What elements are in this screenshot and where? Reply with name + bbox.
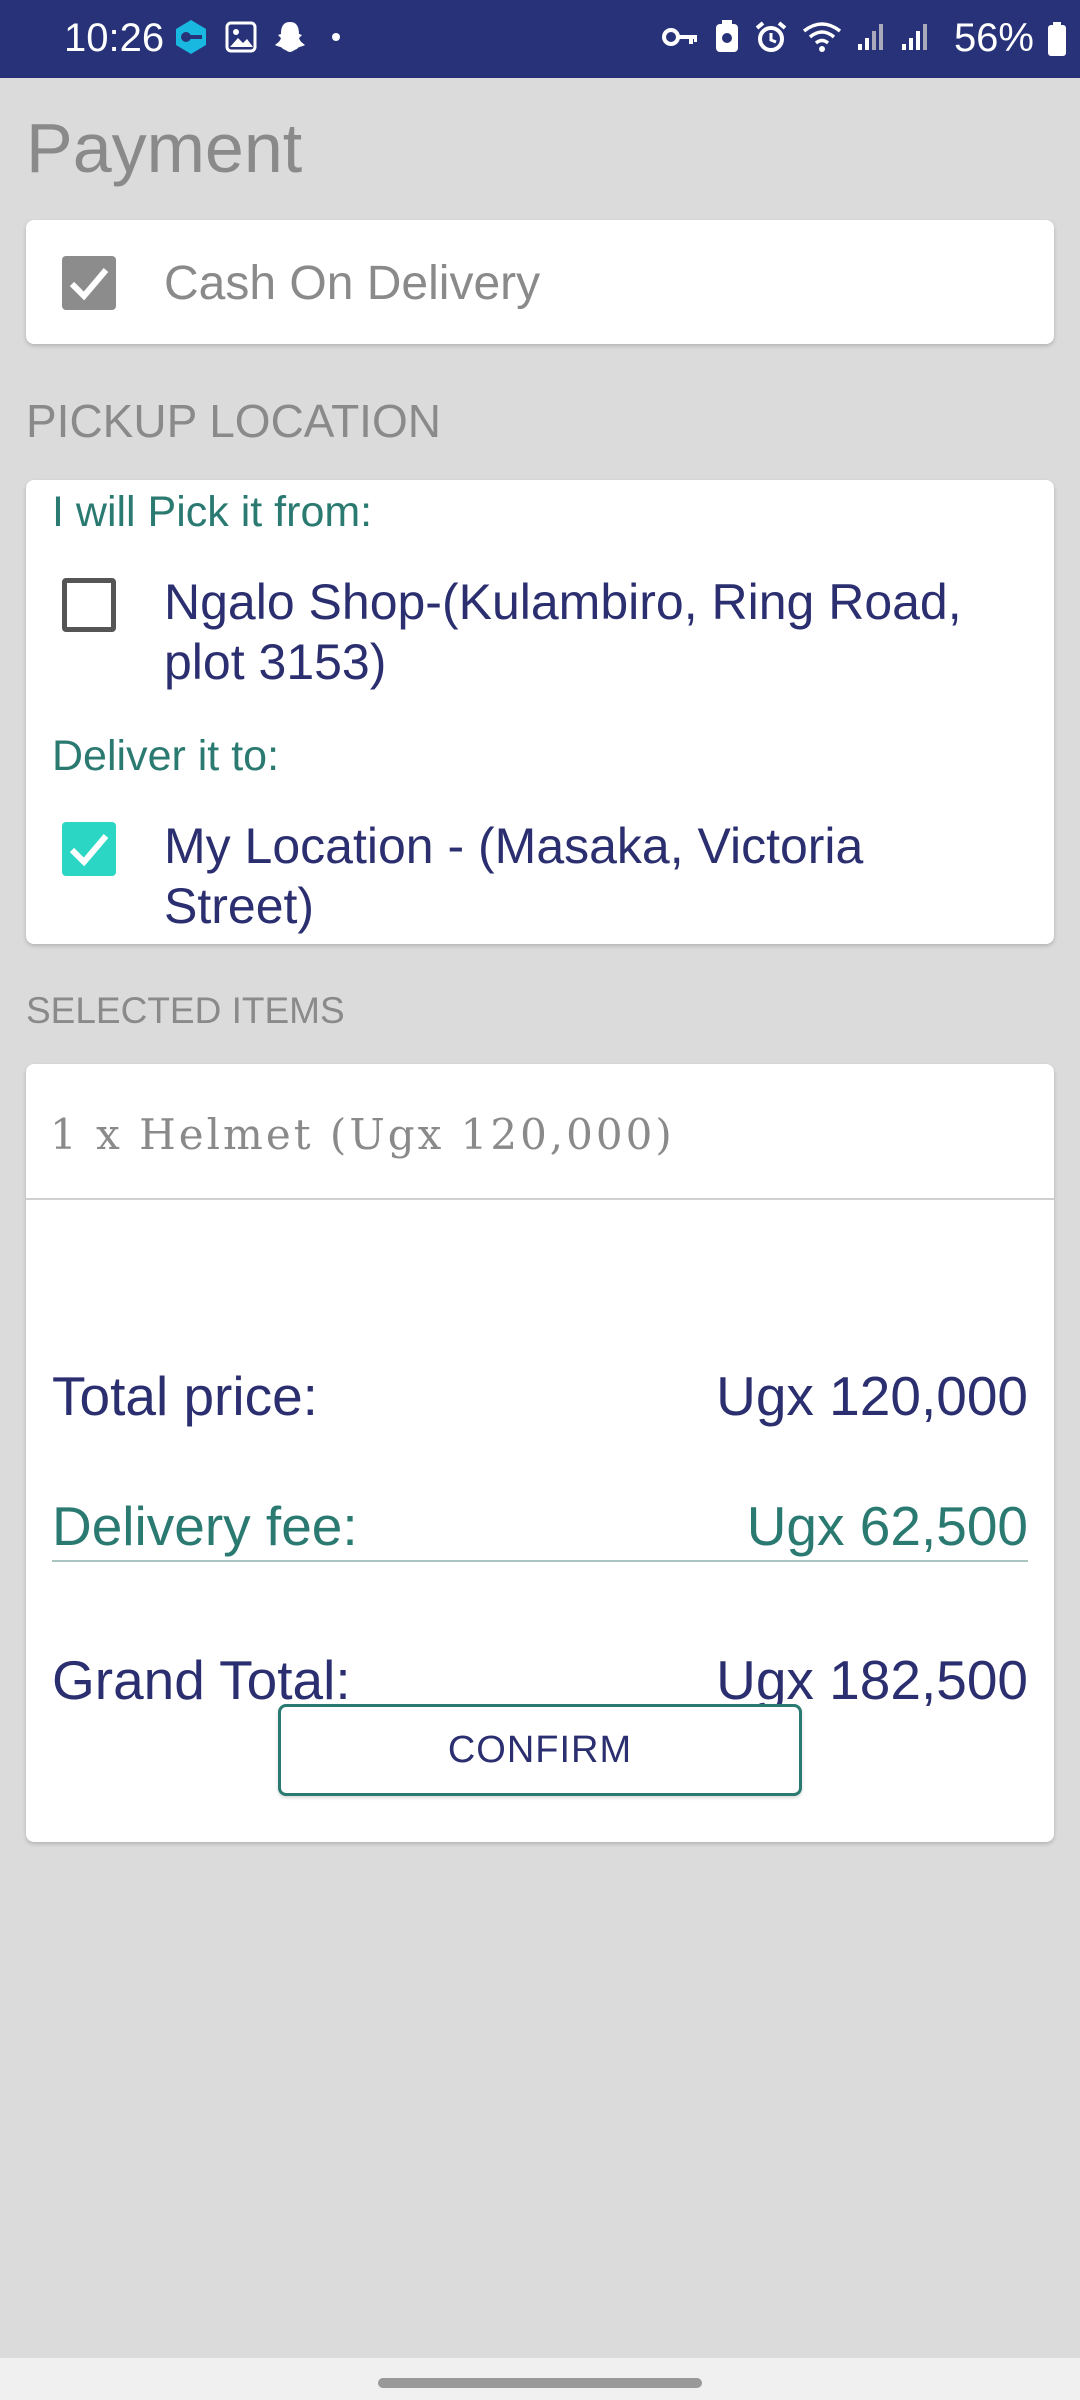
selected-item: 1 x Helmet (Ugx 120,000) — [50, 1110, 675, 1159]
total-price-value: Ugx 120,000 — [716, 1365, 1028, 1427]
status-time: 10:26 — [64, 16, 165, 60]
delivery-fee-label: Delivery fee: — [52, 1495, 358, 1557]
gallery-icon — [225, 21, 257, 53]
fee-underline — [52, 1560, 1028, 1562]
total-price-label: Total price: — [52, 1365, 318, 1427]
key-icon — [662, 28, 697, 46]
snapchat-icon — [275, 22, 305, 52]
selected-items-header: SELECTED ITEMS — [26, 990, 345, 1031]
data-saver-icon — [716, 20, 738, 52]
pickup-location-header: PICKUP LOCATION — [26, 395, 441, 447]
pick-from-label: I will Pick it from: — [52, 488, 373, 536]
status-bar: 10:26 56% — [0, 0, 1080, 78]
page-title: Payment — [26, 109, 303, 187]
gesture-handle[interactable] — [378, 2378, 702, 2388]
delivery-fee-value: Ugx 62,500 — [746, 1495, 1028, 1557]
selected-items-card: 1 x Helmet (Ugx 120,000) Total price: Ug… — [26, 1064, 1054, 1842]
alarm-icon — [755, 21, 787, 52]
deliver-to-label: Deliver it to: — [52, 732, 280, 780]
check-icon — [69, 834, 109, 867]
battery-percent: 56% — [953, 16, 1034, 60]
deliver-location-checkbox[interactable] — [62, 822, 116, 876]
deliver-location-option[interactable]: My Location - (Masaka, Victoria Street) — [164, 816, 1004, 936]
confirm-button[interactable]: CONFIRM — [278, 1704, 802, 1796]
navigation-bar — [0, 2358, 1080, 2400]
pickup-shop-checkbox[interactable] — [62, 578, 116, 632]
grand-total-label: Grand Total: — [52, 1649, 351, 1711]
cash-on-delivery-label: Cash On Delivery — [164, 257, 541, 310]
dot-icon — [332, 33, 340, 41]
system-icons — [662, 20, 930, 54]
signal-icon — [902, 24, 927, 50]
cash-on-delivery-checkbox[interactable] — [62, 256, 116, 310]
pickup-location-card: I will Pick it from: Ngalo Shop-(Kulambi… — [26, 480, 1054, 944]
battery-icon — [1048, 22, 1066, 56]
vpn-key-app-icon — [176, 20, 206, 54]
signal-icon — [858, 24, 883, 50]
notification-icons — [172, 18, 340, 56]
wifi-icon — [802, 22, 842, 52]
payment-method-card[interactable]: Cash On Delivery — [26, 220, 1054, 344]
pickup-shop-option[interactable]: Ngalo Shop-(Kulambiro, Ring Road, plot 3… — [164, 572, 1004, 692]
check-icon — [69, 268, 109, 301]
divider — [26, 1198, 1054, 1200]
grand-total-value: Ugx 182,500 — [716, 1649, 1028, 1711]
